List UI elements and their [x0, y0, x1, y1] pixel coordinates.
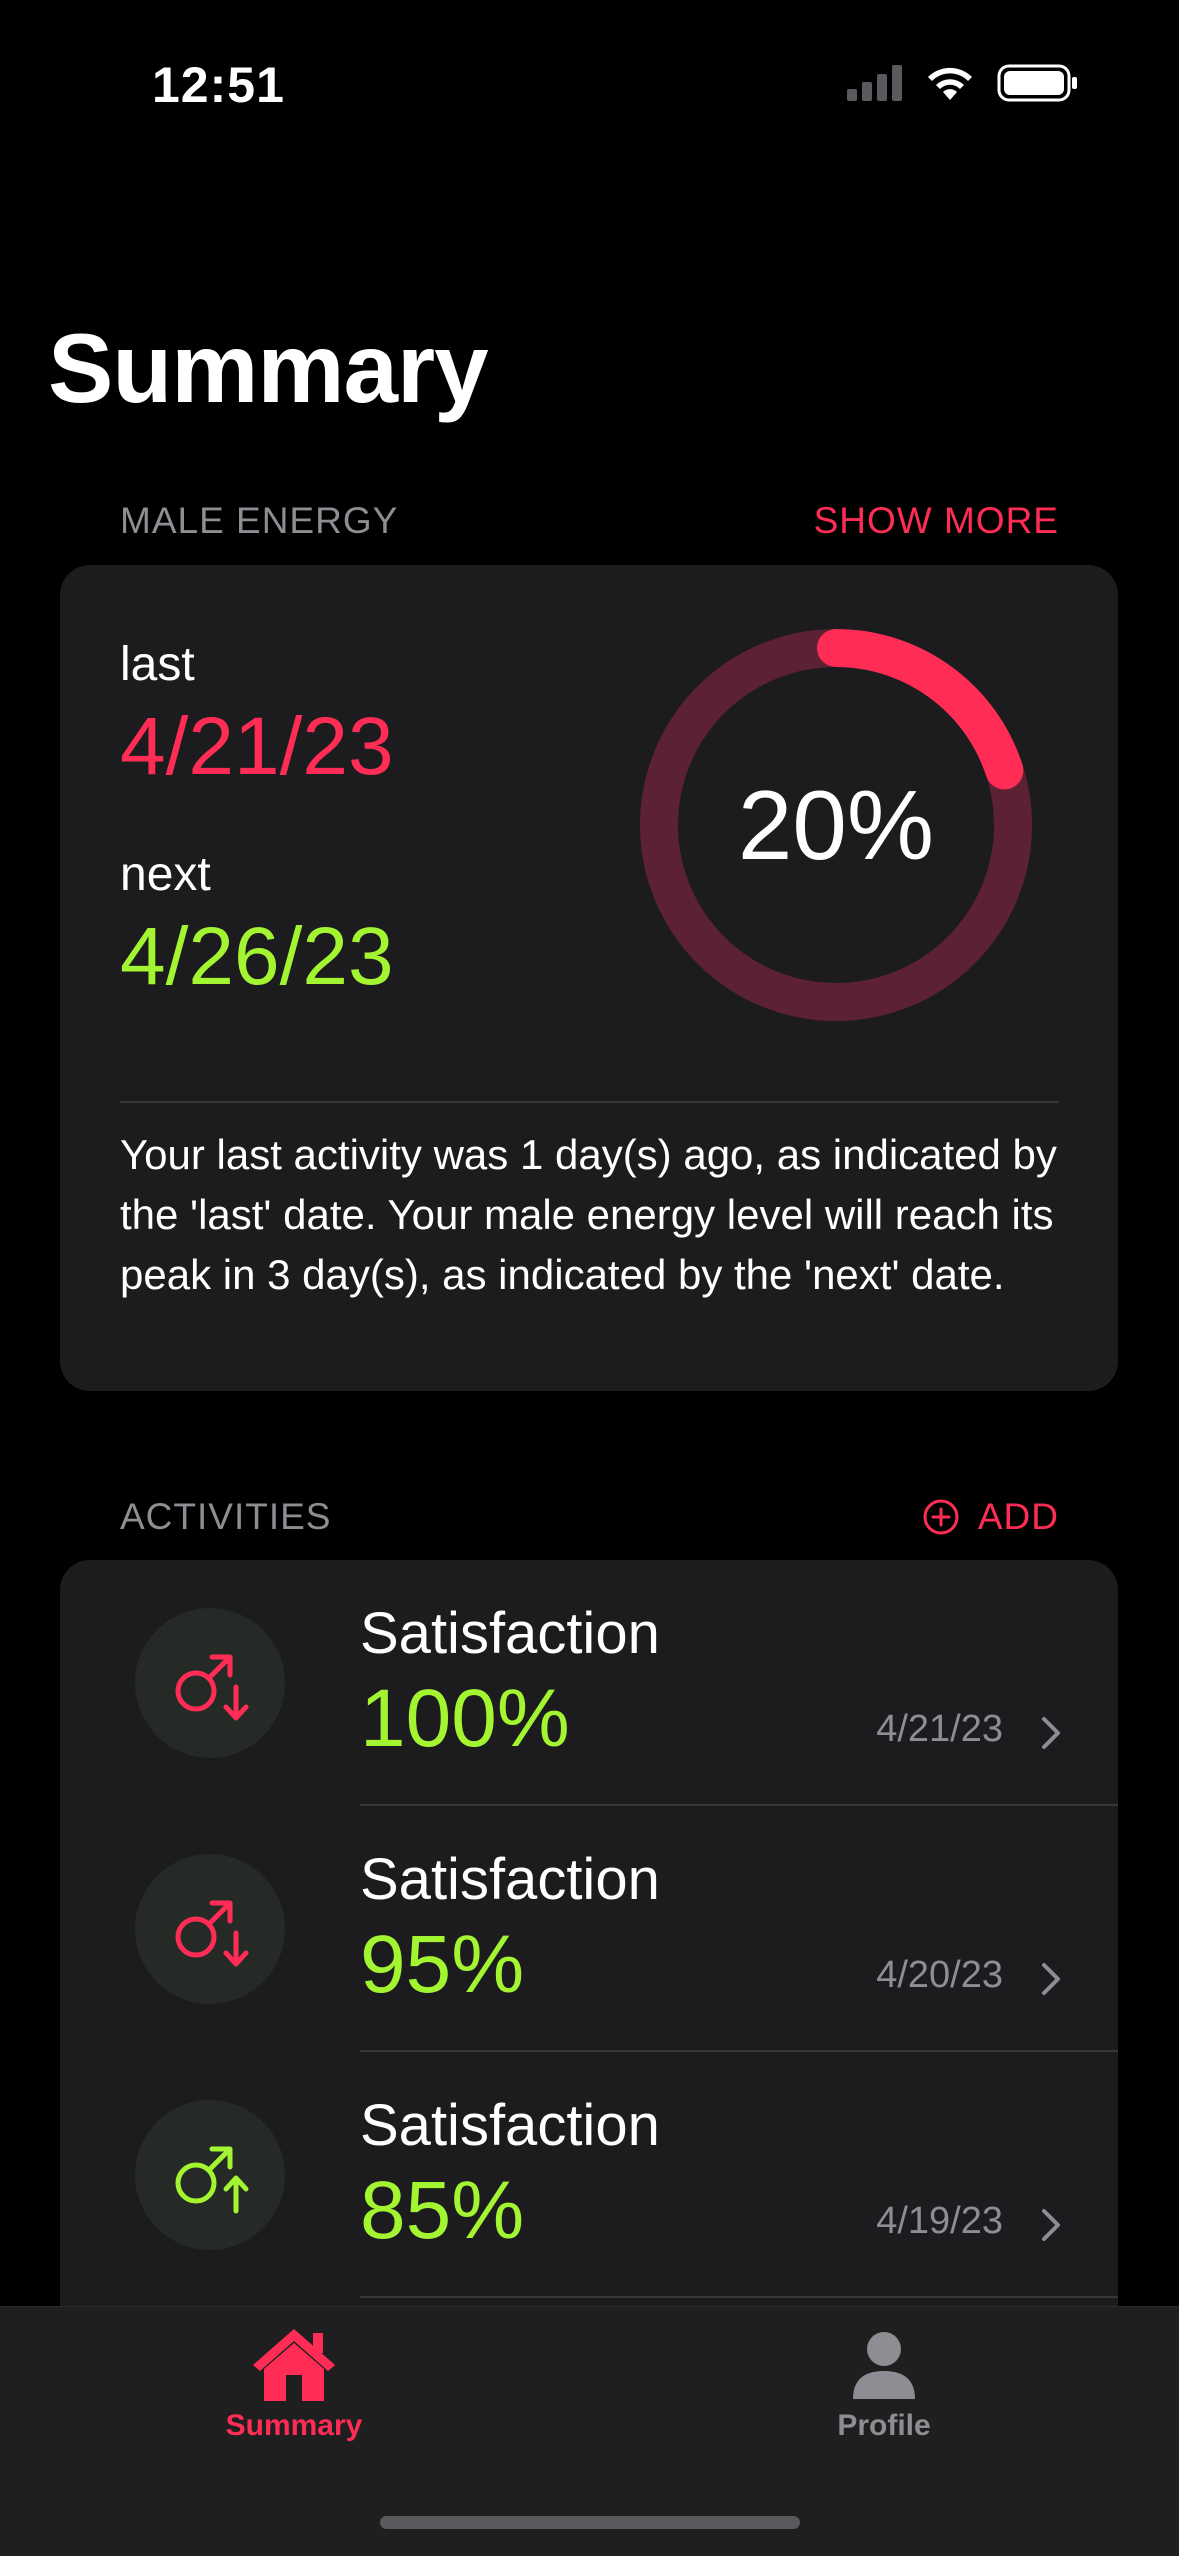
- activity-value: 95%: [360, 1919, 525, 2010]
- activity-date: 4/20/23: [876, 1954, 1003, 1996]
- show-more-button[interactable]: SHOW MORE: [814, 500, 1059, 542]
- next-date: 4/26/23: [120, 911, 394, 1002]
- activity-date: 4/19/23: [876, 2200, 1003, 2242]
- activity-row[interactable]: Satisfaction 85% 4/19/23: [60, 2052, 1118, 2298]
- energy-percent: 20%: [737, 769, 935, 880]
- chevron-right-icon: [1042, 2209, 1060, 2241]
- row-separator: [360, 2296, 1118, 2298]
- activities-section-label: ACTIVITIES: [120, 1496, 332, 1537]
- activity-title: Satisfaction: [360, 1847, 660, 1912]
- male-energy-card: last 4/21/23 next 4/26/23 20% Your last …: [60, 565, 1118, 1391]
- activity-row[interactable]: Satisfaction 95% 4/20/23: [60, 1806, 1118, 2052]
- activity-icon-badge: [135, 2100, 285, 2250]
- cellular-signal-icon: [847, 65, 902, 101]
- activities-header: ACTIVITIES ADD: [120, 1496, 1059, 1538]
- activity-date: 4/21/23: [876, 1708, 1003, 1750]
- activity-row[interactable]: Satisfaction 100% 4/21/23: [60, 1560, 1118, 1806]
- activity-value: 85%: [360, 2165, 525, 2256]
- plus-circle-icon: [923, 1499, 959, 1535]
- status-time: 12:51: [152, 57, 285, 113]
- activity-title: Satisfaction: [360, 2093, 660, 2158]
- wifi-icon: [928, 67, 972, 100]
- add-activity-button[interactable]: ADD: [922, 1496, 1059, 1538]
- activity-value: 100%: [360, 1673, 570, 1764]
- chevron-right-icon: [1042, 1717, 1060, 1749]
- male-energy-header: MALE ENERGY SHOW MORE: [120, 500, 1059, 542]
- card-divider: [120, 1101, 1059, 1103]
- home-indicator[interactable]: [380, 2516, 800, 2529]
- next-label: next: [120, 848, 211, 901]
- tab-summary[interactable]: Summary: [144, 2325, 444, 2443]
- tab-profile-label: Profile: [837, 2409, 931, 2442]
- house-icon: [253, 2329, 335, 2401]
- male-energy-section-label: MALE ENERGY: [120, 500, 399, 541]
- status-bar: 12:51: [0, 0, 1179, 170]
- tab-profile[interactable]: Profile: [734, 2325, 1034, 2443]
- activity-title: Satisfaction: [360, 1601, 660, 1666]
- person-icon: [853, 2332, 915, 2399]
- activity-icon-badge: [135, 1608, 285, 1758]
- battery-icon: [997, 64, 1077, 102]
- page-title: Summary: [48, 313, 489, 423]
- chevron-right-icon: [1042, 1963, 1060, 1995]
- energy-description: Your last activity was 1 day(s) ago, as …: [120, 1131, 1057, 1298]
- add-label: ADD: [977, 1496, 1059, 1537]
- male-down-arrow-icon: [175, 1654, 249, 1721]
- last-date: 4/21/23: [120, 701, 394, 792]
- last-label: last: [120, 638, 195, 691]
- activity-icon-badge: [135, 1854, 285, 2004]
- male-up-arrow-icon: [175, 2146, 249, 2214]
- tab-summary-label: Summary: [225, 2409, 363, 2442]
- male-down-arrow-icon: [175, 1900, 249, 1967]
- status-icons: [847, 64, 1079, 102]
